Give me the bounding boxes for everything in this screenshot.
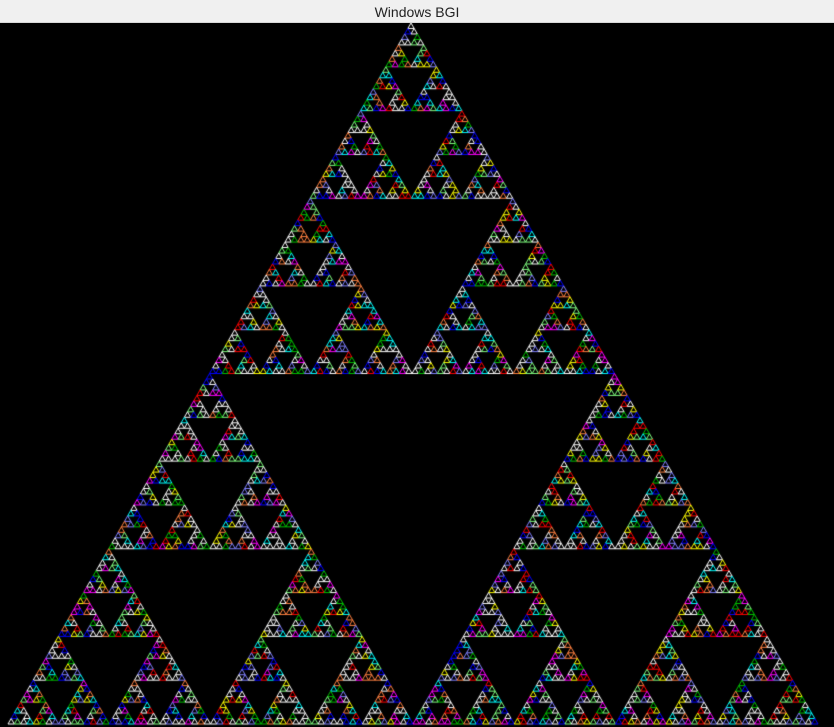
window-title: Windows BGI bbox=[374, 3, 460, 20]
window-titlebar[interactable]: Windows BGI bbox=[0, 0, 834, 23]
sierpinski-fractal-canvas bbox=[0, 23, 834, 727]
graphics-canvas-area bbox=[0, 23, 834, 727]
app-window: Windows BGI bbox=[0, 0, 834, 727]
